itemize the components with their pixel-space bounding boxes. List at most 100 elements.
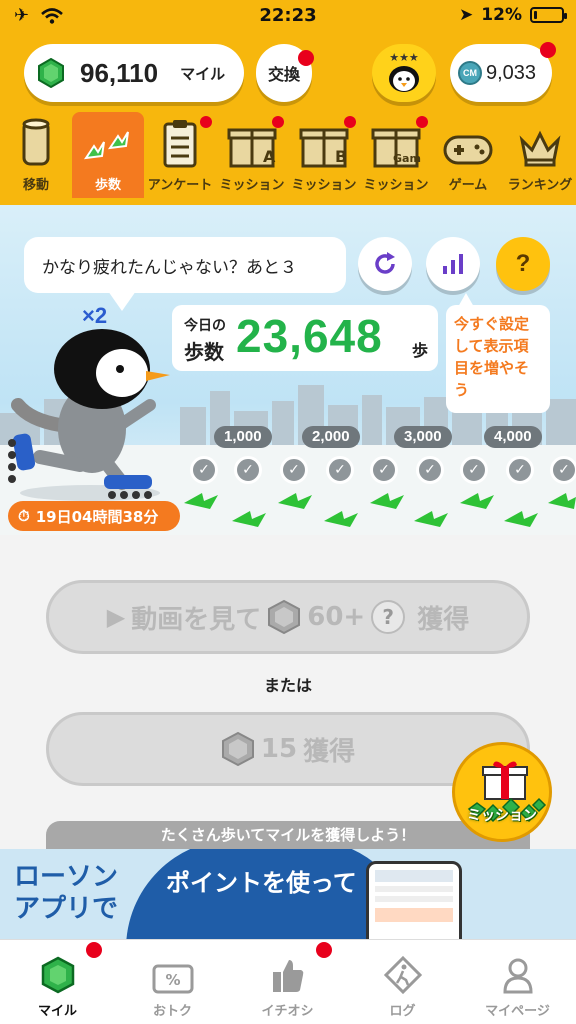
battery-percent: 12%	[481, 5, 522, 25]
tab-miles[interactable]: マイル	[0, 940, 115, 1024]
steps-unit: 歩	[412, 341, 429, 360]
nav-item-mission-game[interactable]: Game ミッション	[360, 112, 432, 198]
nav-label: ミッション	[219, 178, 285, 193]
tip-text: 今すぐ設定して表示項目を増やそう	[454, 315, 530, 399]
footprints-icon	[83, 131, 129, 160]
nav-label: ミッション	[291, 178, 357, 193]
video-btn-amount: 60+	[307, 602, 366, 632]
nav-label: 歩数	[94, 178, 121, 193]
nav-item-ranking[interactable]: ランキング	[504, 112, 576, 198]
svg-text:A: A	[263, 147, 276, 166]
penguin-skater-icon	[8, 329, 170, 501]
nav-item-move[interactable]: 移動	[0, 112, 72, 198]
penguin-rank-button[interactable]: ★★★	[372, 44, 436, 102]
notification-dot	[344, 116, 356, 128]
coin-value: 9,033	[486, 61, 537, 84]
video-btn-suffix: 獲得	[417, 604, 470, 635]
nav-label: ランキング	[507, 178, 573, 193]
question-coin-icon: ?	[371, 600, 406, 634]
ad-phone-image	[366, 861, 462, 939]
miles-value: 96,110	[80, 57, 159, 88]
check-icon: ✓	[190, 456, 218, 484]
can-icon	[22, 118, 50, 166]
today-label: 今日の	[184, 318, 226, 334]
steps-value: 23,648	[236, 310, 383, 362]
notification-dot	[416, 116, 428, 128]
notification-dot	[540, 42, 556, 58]
nav-label: 移動	[22, 178, 49, 193]
location-arrow-icon: ➤	[459, 5, 474, 25]
settings-tip[interactable]: 今すぐ設定して表示項目を増やそう	[446, 305, 550, 413]
gem-gray-icon	[221, 731, 254, 767]
nav-item-game[interactable]: ゲーム	[432, 112, 504, 198]
notification-dot	[298, 50, 314, 66]
watch-video-button[interactable]: ▶ 動画を見て 60+ ? 獲得	[46, 580, 530, 654]
percent-ticket-icon: %	[152, 964, 193, 994]
exchange-button[interactable]: 交換	[256, 44, 314, 102]
speech-bubble: かなり疲れたんじゃない？あと３	[24, 237, 346, 293]
milestone-label: 4,000	[484, 426, 542, 448]
video-icon: ▶	[106, 603, 126, 631]
notification-dot	[316, 942, 332, 958]
stopwatch-icon: ⏱	[18, 507, 30, 525]
svg-text:★★★: ★★★	[389, 51, 419, 64]
check-icon: ✓	[370, 456, 398, 484]
header-bar: ✈ 22:23 ➤ 12% 96,110 マイル 交換 ★★★ CM 9,033…	[0, 0, 576, 205]
svg-text:B: B	[335, 147, 347, 166]
bar-chart-icon	[443, 254, 463, 274]
nav-item-mission-a[interactable]: A ミッション	[216, 112, 288, 198]
tab-label: イチオシ	[261, 1004, 314, 1019]
walk-hint-strip: たくさん歩いてマイルを獲得しよう！	[46, 821, 530, 849]
coin-icon: CM	[458, 61, 482, 85]
nav-item-survey[interactable]: アンケート	[144, 112, 216, 198]
nav-label: アンケート	[147, 178, 213, 193]
crown-icon	[519, 130, 561, 167]
ad-left-text: ローソン アプリで	[14, 861, 118, 925]
get-btn-suffix: 獲得	[303, 736, 356, 767]
bottom-tab-bar: マイル % おトク イチオシ ログ マイページ	[0, 939, 576, 1024]
nav-item-steps[interactable]: 歩数	[72, 112, 144, 198]
gem-icon	[41, 956, 74, 994]
notification-dot	[200, 116, 212, 128]
svg-text:Game: Game	[393, 152, 421, 165]
status-right: ➤ 12%	[459, 5, 567, 25]
milestone-label: 1,000	[214, 426, 272, 448]
footprints-trail-icon	[184, 493, 576, 527]
help-button[interactable]: ?	[496, 237, 550, 291]
status-bar: ✈ 22:23 ➤ 12%	[0, 0, 576, 32]
notification-dot	[86, 942, 102, 958]
milestone-label: 3,000	[394, 426, 452, 448]
coin-balance[interactable]: CM 9,033	[450, 42, 556, 102]
gem-gray-icon	[268, 599, 301, 635]
tab-deals[interactable]: % おトク	[115, 940, 230, 1024]
check-icon: ✓	[550, 456, 576, 484]
help-mark: ?	[515, 250, 531, 277]
clipboard-icon	[163, 120, 197, 168]
walker-sign-icon	[383, 956, 422, 994]
video-btn-prefix: 動画を見て	[131, 604, 262, 635]
stats-button[interactable]	[426, 237, 480, 291]
refresh-button[interactable]	[358, 237, 412, 291]
gamepad-icon	[443, 135, 493, 165]
ad-line-1: ローソン	[14, 862, 119, 892]
ad-mid-text: ポイントを使って	[166, 869, 357, 897]
speech-text: かなり疲れたんじゃない？あと３	[42, 257, 297, 278]
miles-balance[interactable]: 96,110 マイル	[24, 44, 244, 102]
ad-banner[interactable]: ローソン アプリで ポイントを使って	[0, 849, 576, 939]
or-divider-text: または	[263, 676, 312, 695]
nav-item-mission-b[interactable]: B ミッション	[288, 112, 360, 198]
check-icon: ✓	[280, 456, 308, 484]
tab-label: マイル	[37, 1004, 77, 1019]
battery-level	[534, 11, 537, 19]
tab-recommend[interactable]: イチオシ	[230, 940, 345, 1024]
tab-label: おトク	[152, 1004, 192, 1019]
thumbs-up-icon	[272, 960, 303, 992]
tab-label: マイページ	[485, 1004, 550, 1019]
tab-mypage[interactable]: マイページ	[460, 940, 575, 1024]
check-icon: ✓	[326, 456, 354, 484]
event-timer: ⏱ 19日04時間38分	[8, 501, 180, 531]
mission-button[interactable]: ミッション	[452, 742, 552, 842]
check-icon: ✓	[416, 456, 444, 484]
nav-label: ミッション	[363, 178, 429, 193]
tab-log[interactable]: ログ	[345, 940, 460, 1024]
